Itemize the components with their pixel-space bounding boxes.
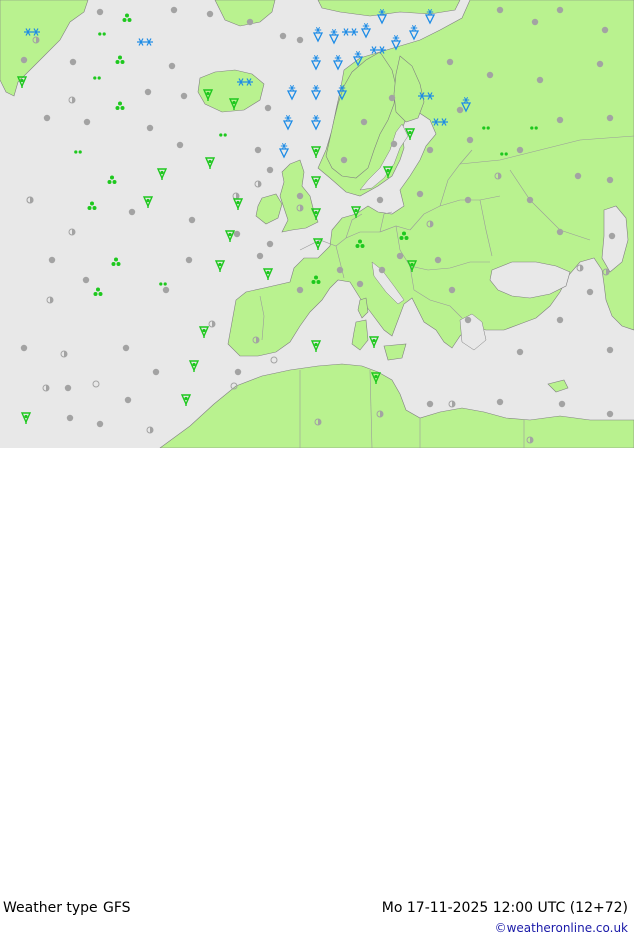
map-title: Weather type <box>3 900 98 916</box>
credit-link[interactable]: ©weatheronline.co.uk <box>495 921 628 935</box>
valid-time: Mo 17-11-2025 12:00 UTC (12+72) <box>381 900 628 916</box>
map-footer: Weather type GFS Mo 17-11-2025 12:00 UTC… <box>0 448 634 935</box>
weather-map <box>0 0 634 448</box>
model-name: GFS <box>103 900 131 916</box>
